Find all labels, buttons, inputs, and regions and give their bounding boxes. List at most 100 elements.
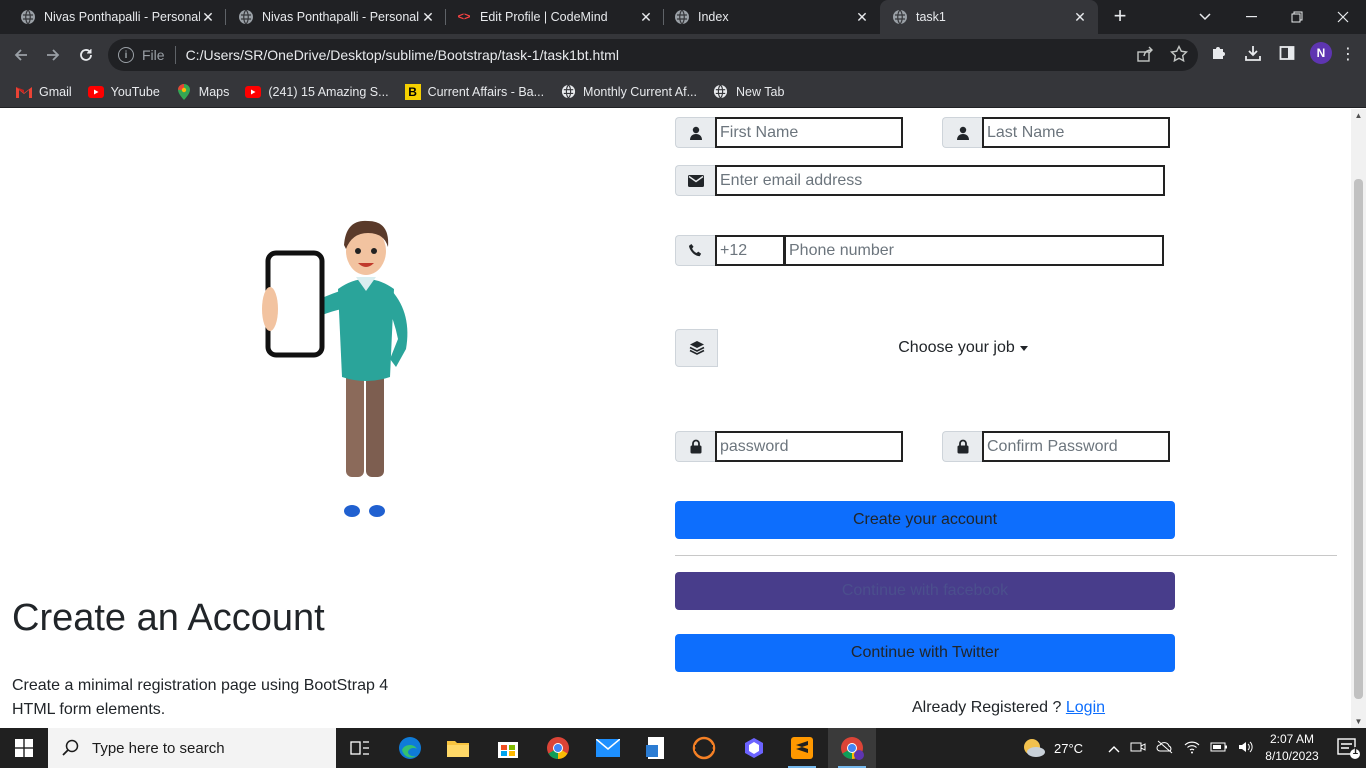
bookmark-label: (241) 15 Amazing S... <box>268 84 389 99</box>
job-dropdown[interactable]: Choose your job <box>718 329 1208 367</box>
first-name-input[interactable] <box>715 117 903 148</box>
share-icon[interactable] <box>1136 45 1154 68</box>
code-icon: <> <box>457 11 471 23</box>
bookmark-label: Monthly Current Af... <box>583 84 697 99</box>
eclipse-icon[interactable] <box>680 728 728 768</box>
minimize-button[interactable] <box>1228 0 1274 34</box>
bookmark-new-tab[interactable]: New Tab <box>713 84 784 100</box>
windows-logo-icon <box>15 739 33 757</box>
last-name-input[interactable] <box>982 117 1170 148</box>
create-account-button[interactable]: Create your account <box>675 501 1175 539</box>
browser-tab[interactable]: Nivas Ponthapalli - Personal Careers ✕ <box>0 0 226 34</box>
moon-cloud-icon <box>1024 739 1045 757</box>
file-explorer-icon[interactable] <box>434 728 482 768</box>
close-tab-icon[interactable]: ✕ <box>1072 9 1088 26</box>
close-tab-icon[interactable]: ✕ <box>420 9 436 26</box>
browser-tab[interactable]: Index ✕ <box>664 0 880 34</box>
notification-center-icon[interactable]: 1 <box>1336 736 1360 760</box>
youtube-icon <box>87 84 104 100</box>
bookmark-youtube[interactable]: YouTube <box>87 84 160 100</box>
puzzle-icon[interactable] <box>1208 42 1230 64</box>
confirm-password-input[interactable] <box>982 431 1170 462</box>
task-view-icon[interactable] <box>336 728 384 768</box>
bookmark-maps[interactable]: Maps <box>176 83 229 100</box>
mail-icon[interactable] <box>584 728 632 768</box>
bookmark-current-affairs[interactable]: B Current Affairs - Ba... <box>404 83 544 100</box>
star-icon[interactable] <box>1169 44 1189 68</box>
meet-now-icon[interactable] <box>1130 740 1146 757</box>
country-code-input[interactable] <box>715 235 785 266</box>
omnibox-actions <box>1136 44 1189 68</box>
microsoft-store-icon[interactable] <box>484 728 532 768</box>
login-link[interactable]: Login <box>1066 699 1105 716</box>
back-button[interactable] <box>8 42 34 68</box>
reload-button[interactable] <box>73 42 99 68</box>
menu-kebab-icon[interactable]: ⋮ <box>1340 44 1356 64</box>
browser-toolbar: i File C:/Users/SR/OneDrive/Desktop/subl… <box>0 34 1366 76</box>
chrome-profile-icon[interactable] <box>828 728 876 768</box>
bookmark-gmail[interactable]: Gmail <box>16 84 72 100</box>
url-text[interactable]: C:/Users/SR/OneDrive/Desktop/sublime/Boo… <box>186 47 619 63</box>
speaker-icon[interactable] <box>1238 740 1254 757</box>
tab-title: Edit Profile | CodeMind <box>480 10 608 24</box>
phone-icon <box>675 235 715 266</box>
globe-icon <box>713 84 729 100</box>
tab-title: Nivas Ponthapalli - Personal Careers <box>44 10 200 24</box>
bookmarks-bar: Gmail YouTube Maps (241) 15 Amazing S...… <box>0 76 1366 108</box>
scroll-down-icon[interactable]: ▼ <box>1351 717 1366 726</box>
youtube-icon <box>245 84 262 100</box>
bookmark-label: YouTube <box>110 84 160 99</box>
page-title: Create an Account <box>12 597 325 639</box>
scroll-up-icon[interactable]: ▲ <box>1351 111 1366 120</box>
tab-title: Index <box>698 10 729 24</box>
profile-avatar[interactable]: N <box>1310 42 1332 64</box>
taskbar-search[interactable]: Type here to search <box>48 728 336 768</box>
address-bar[interactable]: i File C:/Users/SR/OneDrive/Desktop/subl… <box>108 39 1198 71</box>
phone-number-input[interactable] <box>784 235 1164 266</box>
download-icon[interactable] <box>1242 42 1264 64</box>
browser-tab-active[interactable]: task1 ✕ <box>880 0 1098 34</box>
sublime-text-icon[interactable] <box>778 728 826 768</box>
copilot-icon[interactable] <box>730 728 778 768</box>
restore-button[interactable] <box>1274 0 1320 34</box>
chrome-icon[interactable] <box>534 728 582 768</box>
windows-taskbar: Type here to search 27°C 2:07 AM 8/10/20… <box>0 728 1366 768</box>
close-window-button[interactable] <box>1320 0 1366 34</box>
onedrive-off-icon[interactable] <box>1156 740 1174 757</box>
system-clock[interactable]: 2:07 AM 8/10/2023 <box>1262 731 1322 765</box>
browser-tab[interactable]: Nivas Ponthapalli - Personal Careers ✕ <box>226 0 446 34</box>
email-input[interactable] <box>715 165 1165 196</box>
tab-search-icon[interactable] <box>1182 0 1228 34</box>
wifi-icon[interactable] <box>1184 740 1200 757</box>
extension-area: N <box>1208 42 1332 64</box>
chevron-up-icon[interactable] <box>1108 741 1120 756</box>
new-tab-button[interactable]: + <box>1108 4 1132 28</box>
close-tab-icon[interactable]: ✕ <box>854 9 870 26</box>
close-tab-icon[interactable]: ✕ <box>638 9 654 26</box>
lock-icon <box>675 431 715 462</box>
info-icon[interactable]: i <box>118 47 134 63</box>
bookmark-monthly-current-affairs[interactable]: Monthly Current Af... <box>560 84 697 100</box>
globe-icon <box>674 9 690 25</box>
bookmark-youtube-video[interactable]: (241) 15 Amazing S... <box>245 84 389 100</box>
already-registered-line: Already Registered ? Login <box>912 699 1105 717</box>
forward-button[interactable] <box>40 42 66 68</box>
browser-tab[interactable]: <> Edit Profile | CodeMind ✕ <box>446 0 664 34</box>
divider <box>675 555 1337 556</box>
side-panel-icon[interactable] <box>1276 42 1298 64</box>
weather-widget[interactable]: 27°C <box>1022 728 1083 768</box>
system-tray <box>1108 728 1254 768</box>
page-scrollbar[interactable]: ▲ ▼ <box>1351 109 1366 728</box>
document-app-icon[interactable] <box>632 728 680 768</box>
scrollbar-thumb[interactable] <box>1354 179 1363 699</box>
globe-icon <box>238 9 254 25</box>
facebook-login-button[interactable]: Continue with facebook <box>675 572 1175 610</box>
first-name-group <box>675 117 903 148</box>
close-tab-icon[interactable]: ✕ <box>200 9 216 26</box>
password-input[interactable] <box>715 431 903 462</box>
battery-icon[interactable] <box>1210 741 1228 756</box>
twitter-login-button[interactable]: Continue with Twitter <box>675 634 1175 672</box>
start-button[interactable] <box>0 728 48 768</box>
man-holding-phone-illustration <box>180 209 490 604</box>
edge-icon[interactable] <box>386 728 434 768</box>
